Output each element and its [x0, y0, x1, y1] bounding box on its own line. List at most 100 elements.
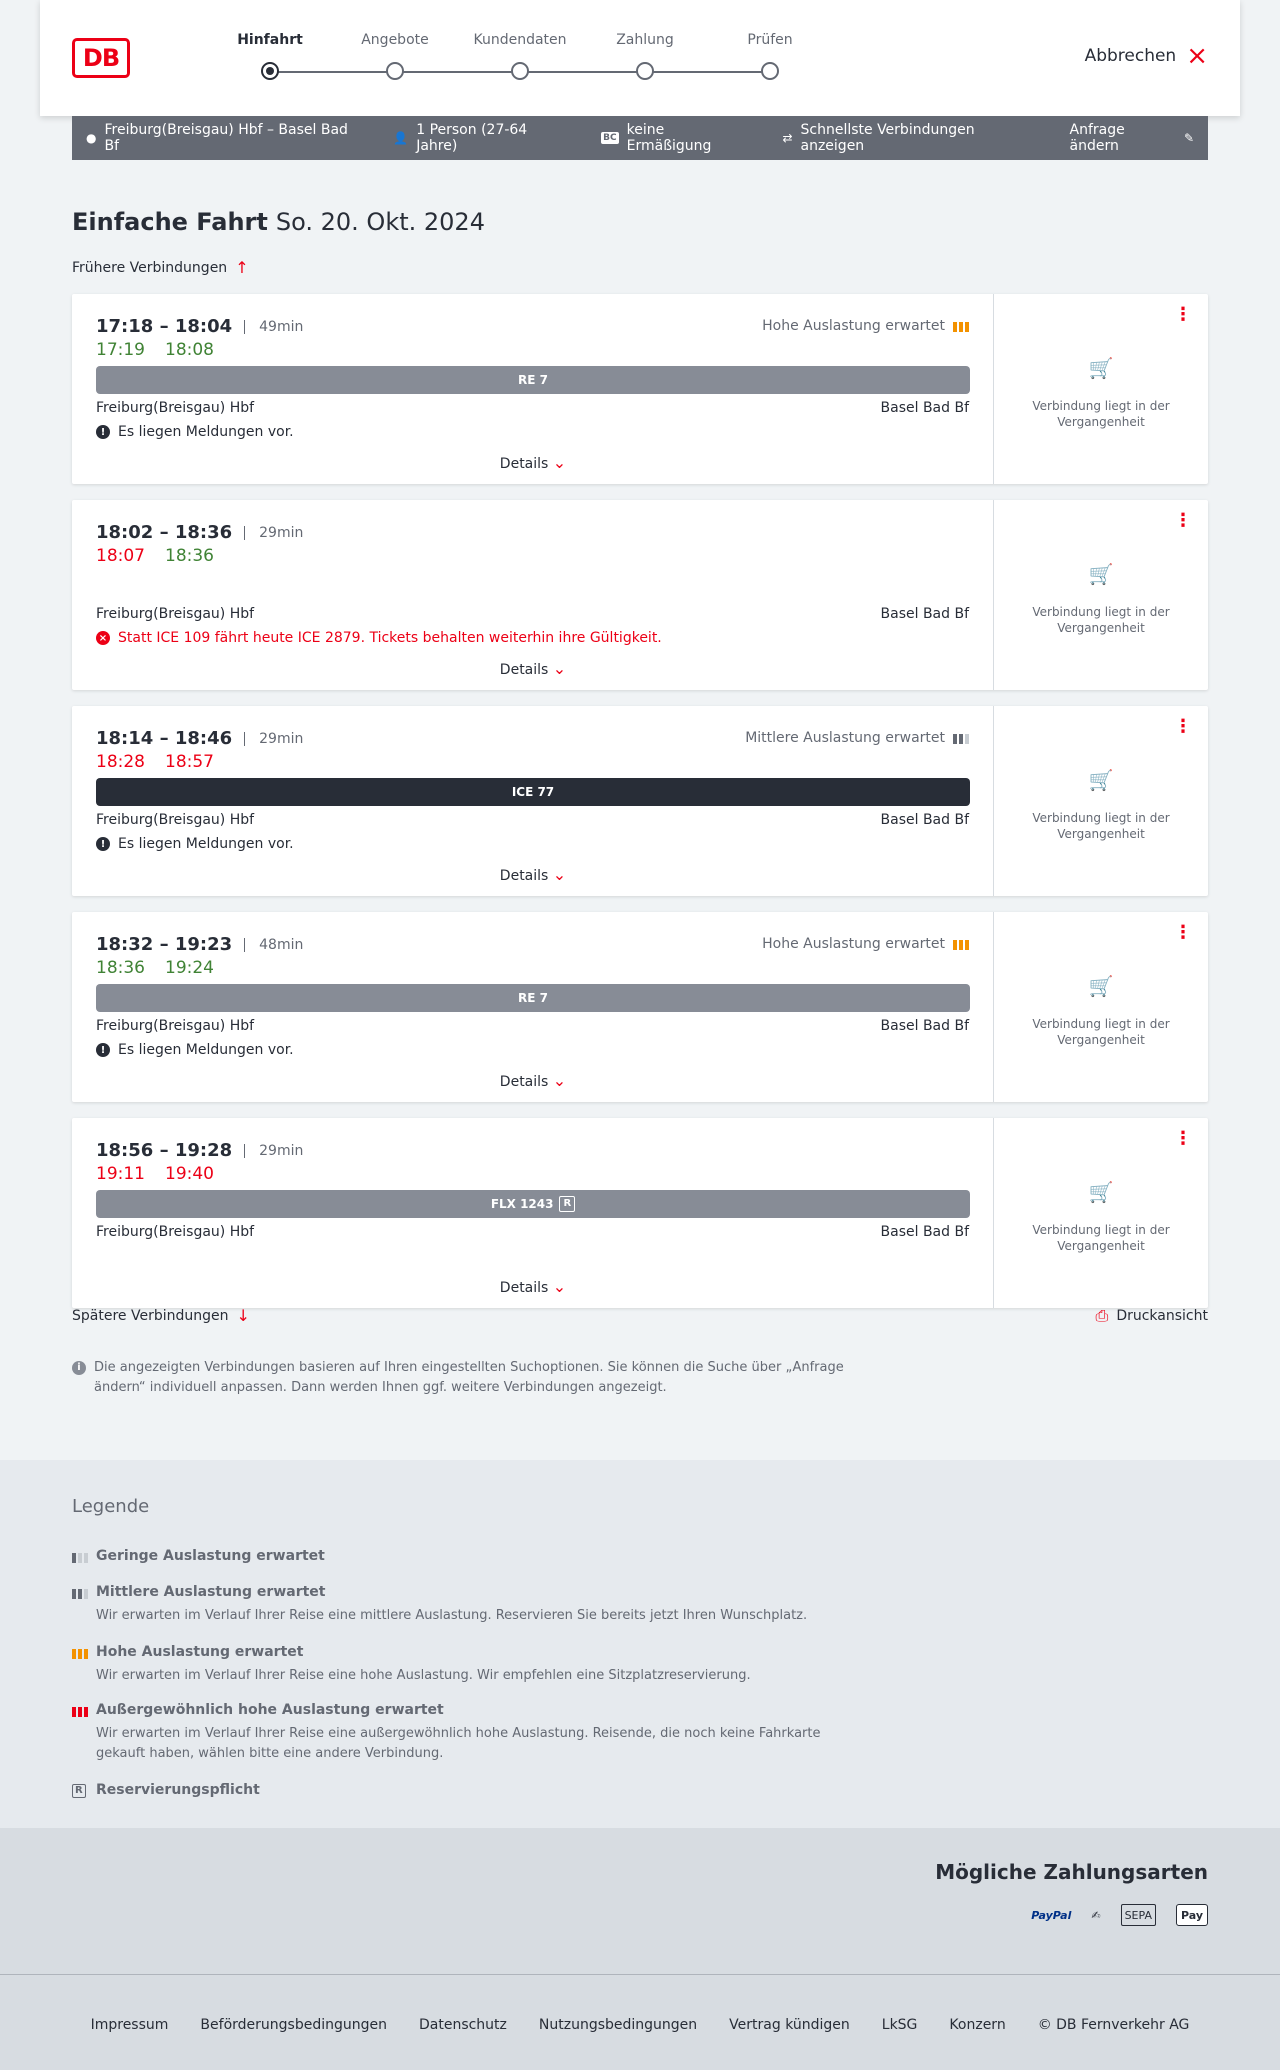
step-zahlung: Zahlung — [585, 32, 705, 80]
chevron-down-icon: ⌄ — [552, 1277, 567, 1296]
cart-unavailable-icon: 🛒 — [1088, 974, 1114, 998]
connection-main: 18:56 – 19:28 29min 19:11 19:40 FLX 1243 R … — [72, 1118, 994, 1308]
schedule-times: 17:18 – 18:04 49min — [96, 316, 304, 337]
connection-main: 18:32 – 19:23 48min 18:36 19:24 Hohe Ausla… — [72, 912, 994, 1102]
footer-link[interactable]: Datenschutz — [419, 2017, 507, 2033]
duration: 29min — [244, 1143, 303, 1158]
realtime-departure: 18:36 — [96, 958, 145, 978]
chevron-down-icon: ⌄ — [552, 659, 567, 678]
persons-summary: 👤 1 Person (27-64 Jahre) — [393, 122, 528, 154]
schedule-times: 18:32 – 19:23 48min — [96, 934, 304, 955]
footer-link[interactable]: Konzern — [949, 2017, 1005, 2033]
connection-card[interactable]: 18:32 – 19:23 48min 18:36 19:24 Hohe Ausla… — [72, 912, 1208, 1102]
train-bar[interactable]: ICE 77 — [96, 778, 970, 806]
footer-link[interactable]: Vertrag kündigen — [729, 2017, 850, 2033]
departure-station: Freiburg(Breisgau) Hbf — [96, 606, 255, 622]
train-bar[interactable]: FLX 1243 R — [96, 1190, 970, 1218]
schedule-times: 18:56 – 19:28 29min — [96, 1140, 304, 1161]
load-high-icon — [72, 1647, 88, 1659]
step-dot-icon — [761, 62, 779, 80]
change-request-button[interactable]: Anfrage ändern ✎ — [1070, 122, 1195, 154]
realtime-times: 18:07 18:36 — [96, 546, 214, 566]
past-connection-note: Verbindung liegt in der Vergangenheit — [1032, 1017, 1170, 1047]
invoice-hand-icon: ✍ — [1091, 1908, 1101, 1922]
apple-pay-icon: Pay — [1175, 1904, 1208, 1926]
train-bar[interactable]: RE 7 — [96, 366, 970, 394]
details-toggle[interactable]: Details ⌄ — [72, 453, 994, 472]
departure-station: Freiburg(Breisgau) Hbf — [96, 812, 255, 828]
arrival-station: Basel Bad Bf — [880, 606, 969, 622]
load-indicator: Hohe Auslastung erwartet — [762, 318, 969, 334]
db-logo[interactable]: DB — [72, 38, 130, 78]
print-view-link[interactable]: ⎙ Druckansicht — [1096, 1306, 1208, 1326]
legend-item: Mittlere Auslastung erwartet Wir erwarte… — [72, 1584, 872, 1626]
realtime-times: 17:19 18:08 — [96, 340, 214, 360]
person-icon: 👤 — [393, 131, 409, 145]
departure-station: Freiburg(Breisgau) Hbf — [96, 1224, 255, 1240]
train-bar[interactable]: RE 7 — [96, 984, 970, 1012]
search-summary-bar: ● Freiburg(Breisgau) Hbf – Basel Bad Bf 👤… — [72, 116, 1208, 160]
departure-station: Freiburg(Breisgau) Hbf — [96, 400, 255, 416]
load-low-icon — [72, 1551, 88, 1563]
arrival-station: Basel Bad Bf — [880, 1224, 969, 1240]
realtime-times: 19:11 19:40 — [96, 1164, 214, 1184]
page-title: Einfache Fahrt So. 20. Okt. 2024 — [72, 208, 485, 236]
load-high-icon — [953, 938, 969, 950]
arrival-station: Basel Bad Bf — [880, 1018, 969, 1034]
sepa-icon: SEPA — [1120, 1904, 1156, 1926]
footer-link[interactable]: Impressum — [91, 2017, 169, 2033]
realtime-times: 18:28 18:57 — [96, 752, 214, 772]
duration: 29min — [244, 731, 303, 746]
offer-panel: ⋮ 🛒 Verbindung liegt in der Vergangenhei… — [994, 500, 1208, 690]
details-toggle[interactable]: Details ⌄ — [72, 1071, 994, 1090]
cart-unavailable-icon: 🛒 — [1088, 356, 1114, 380]
earlier-connections-link[interactable]: Frühere Verbindungen ↑ — [72, 258, 249, 277]
connection-card[interactable]: 18:02 – 18:36 29min 18:07 18:36 Freiburg(B… — [72, 500, 1208, 690]
abort-button[interactable]: Abbrechen × — [1085, 43, 1208, 69]
more-options-icon[interactable]: ⋮ — [1174, 1130, 1192, 1148]
more-options-icon[interactable]: ⋮ — [1174, 924, 1192, 942]
offer-panel: ⋮ 🛒 Verbindung liegt in der Vergangenhei… — [994, 294, 1208, 484]
details-toggle[interactable]: Details ⌄ — [72, 1277, 994, 1296]
step-dot-icon — [636, 62, 654, 80]
cart-unavailable-icon: 🛒 — [1088, 768, 1114, 792]
footer-link[interactable]: Beförderungsbedingungen — [200, 2017, 387, 2033]
details-toggle[interactable]: Details ⌄ — [72, 865, 994, 884]
legend-item: Außergewöhnlich hohe Auslastung erwartet… — [72, 1702, 872, 1764]
load-indicator: Hohe Auslastung erwartet — [762, 936, 969, 952]
more-options-icon[interactable]: ⋮ — [1174, 512, 1192, 530]
route-summary: ● Freiburg(Breisgau) Hbf – Basel Bad Bf — [86, 122, 348, 154]
step-hinfahrt: Hinfahrt — [210, 32, 330, 80]
footer-link[interactable]: LkSG — [882, 2017, 918, 2033]
step-angebote: Angebote — [335, 32, 455, 80]
load-extreme-icon — [72, 1705, 88, 1717]
payment-title: Mögliche Zahlungsarten — [935, 1860, 1208, 1884]
connection-card[interactable]: 18:56 – 19:28 29min 19:11 19:40 FLX 1243 R … — [72, 1118, 1208, 1308]
later-connections-link[interactable]: Spätere Verbindungen ↓ — [72, 1306, 250, 1325]
reservation-required-icon: R — [559, 1196, 576, 1212]
offer-panel: ⋮ 🛒 Verbindung liegt in der Vergangenhei… — [994, 912, 1208, 1102]
connection-message: ! Es liegen Meldungen vor. — [96, 836, 294, 852]
realtime-departure: 18:28 — [96, 752, 145, 772]
swap-icon: ⇄ — [782, 131, 793, 145]
printer-icon: ⎙ — [1095, 1306, 1109, 1325]
fastest-toggle[interactable]: ⇄ Schnellste Verbindungen anzeigen — [782, 122, 1037, 154]
connection-card[interactable]: 17:18 – 18:04 49min 17:19 18:08 Hohe Ausla… — [72, 294, 1208, 484]
paypal-icon: PayPal — [1031, 1908, 1072, 1922]
load-medium-icon — [72, 1587, 88, 1599]
footer-link[interactable]: Nutzungsbedingungen — [539, 2017, 697, 2033]
info-icon: i — [72, 1361, 86, 1375]
legend-item: R Reservierungspflicht — [72, 1782, 872, 1798]
cart-unavailable-icon: 🛒 — [1088, 1180, 1114, 1204]
legend-title: Legende — [72, 1496, 150, 1517]
location-pin-icon: ● — [86, 131, 97, 145]
more-options-icon[interactable]: ⋮ — [1174, 718, 1192, 736]
details-toggle[interactable]: Details ⌄ — [72, 659, 994, 678]
realtime-times: 18:36 19:24 — [96, 958, 214, 978]
more-options-icon[interactable]: ⋮ — [1174, 306, 1192, 324]
alert-icon: ! — [96, 837, 110, 851]
alert-icon: ! — [96, 1043, 110, 1057]
realtime-arrival: 19:40 — [165, 1164, 214, 1184]
connection-card[interactable]: 18:14 – 18:46 29min 18:28 18:57 Mittlere A… — [72, 706, 1208, 896]
connection-message: ! Es liegen Meldungen vor. — [96, 1042, 294, 1058]
